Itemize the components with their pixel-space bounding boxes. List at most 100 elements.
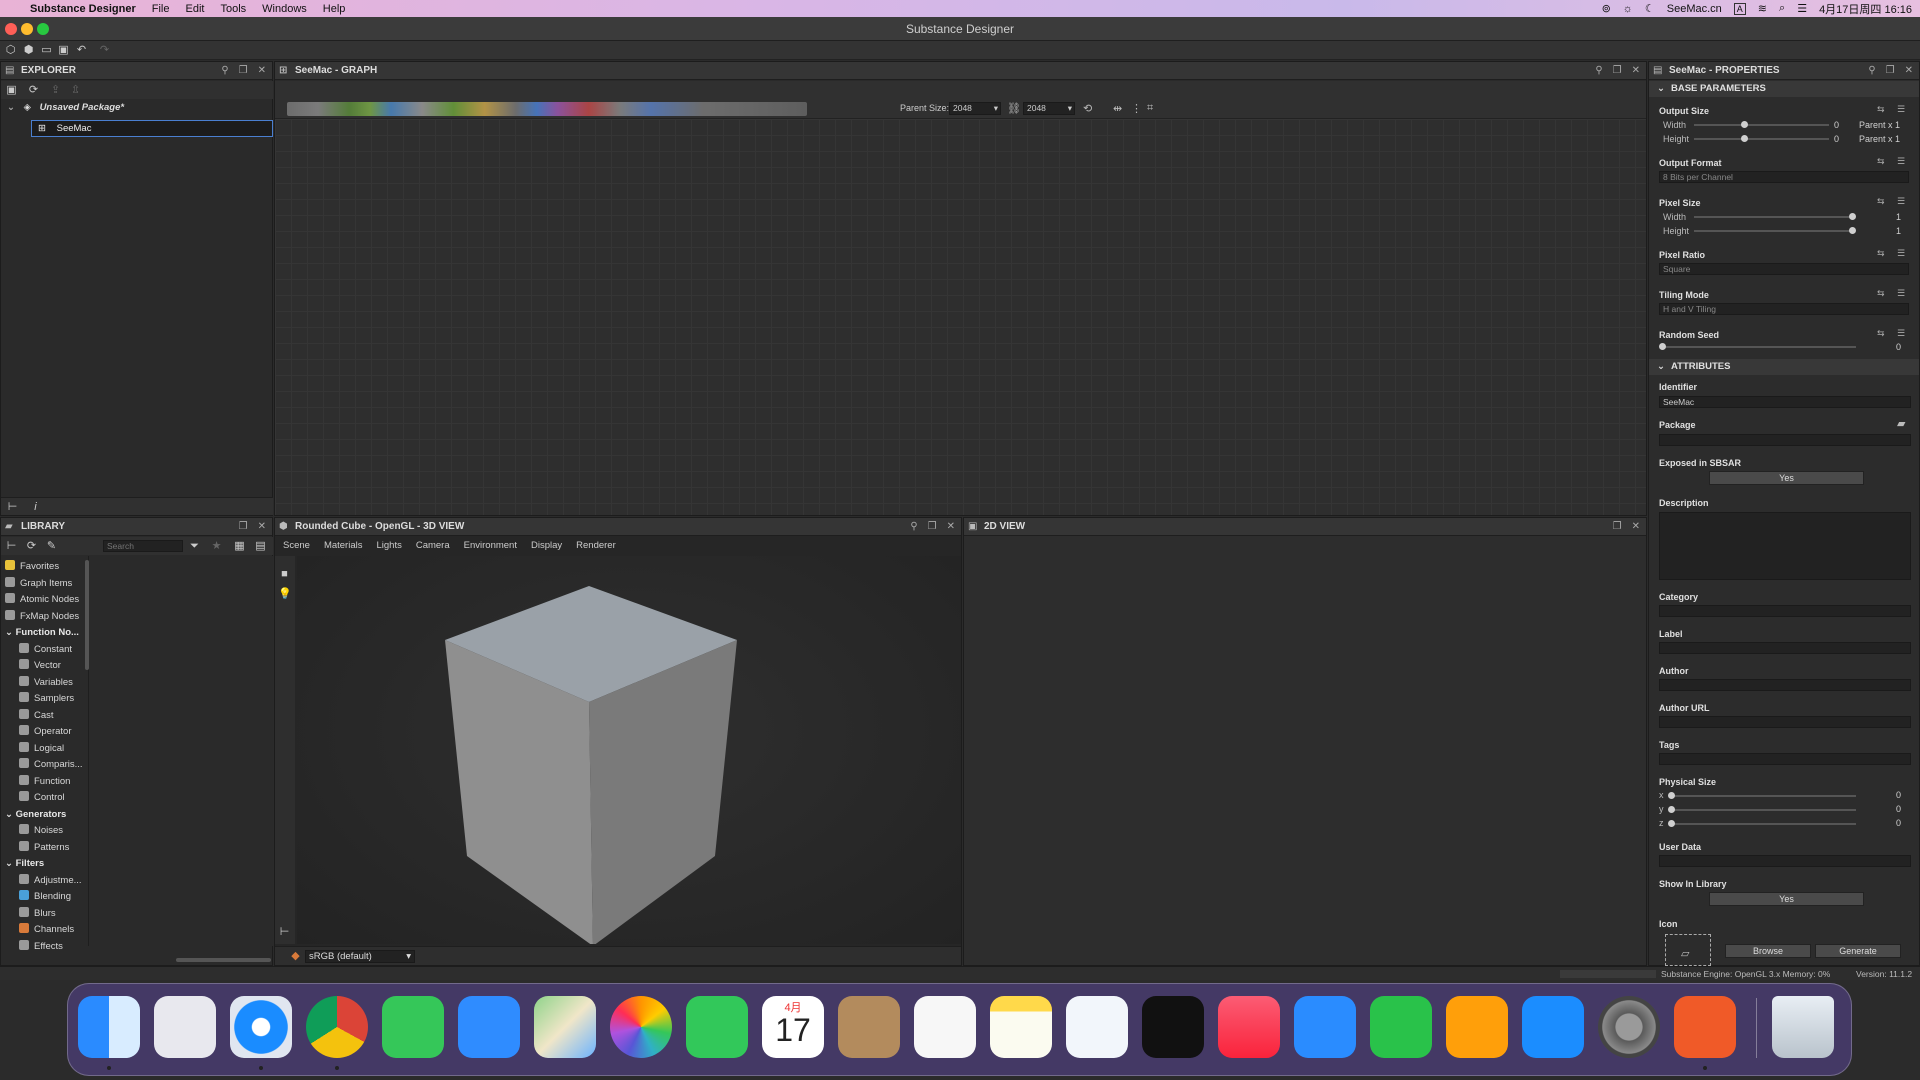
library-item[interactable]: Atomic Nodes (5, 593, 79, 607)
library-item[interactable]: Samplers (19, 692, 74, 706)
browse-button[interactable]: Browse (1725, 944, 1811, 958)
app-store-icon[interactable] (1522, 996, 1584, 1058)
menu-file[interactable]: File (144, 3, 178, 15)
author-input[interactable] (1659, 679, 1911, 691)
export-icon[interactable]: ⇪ (49, 84, 62, 97)
output-format-dropdown[interactable]: 8 Bits per Channel (1659, 171, 1909, 183)
package-input[interactable] (1659, 434, 1911, 446)
output-height-value[interactable]: 0 (1834, 134, 1839, 144)
library-tree-scrollbar[interactable] (85, 560, 89, 670)
frame-icon[interactable]: ⌗ (1147, 102, 1153, 115)
library-item[interactable]: Channels (19, 923, 74, 937)
calendar-icon[interactable]: 4月 17 (762, 996, 824, 1058)
trash-icon[interactable] (1772, 996, 1834, 1058)
pixel-width-value[interactable]: 1 (1896, 212, 1901, 222)
library-item[interactable]: Comparis... (19, 758, 83, 772)
distribute-icon[interactable]: ⋮ (1131, 102, 1142, 115)
folder-icon[interactable]: ▰ (1897, 417, 1905, 430)
library-item[interactable]: Control (19, 791, 65, 805)
pixel-ratio-dropdown[interactable]: Square (1659, 263, 1909, 275)
filter-icon[interactable]: ⏷ (188, 540, 201, 553)
library-hscrollbar[interactable] (176, 958, 271, 962)
inherit-icon[interactable]: ⇆ (1877, 156, 1885, 167)
graph-row-selected[interactable]: ⊞ SeeMac (31, 120, 273, 137)
edit-icon[interactable]: ✎ (45, 540, 58, 553)
library-item[interactable]: Blending (19, 890, 71, 904)
messages-icon[interactable] (382, 996, 444, 1058)
close-icon[interactable]: ✕ (1905, 62, 1913, 80)
status-icon[interactable]: ⊚ (1602, 2, 1611, 15)
wifi-icon[interactable]: ≋ (1758, 2, 1767, 15)
layers-icon[interactable]: ◆ (289, 950, 302, 963)
pin-icon[interactable]: ⚲ (1868, 62, 1875, 80)
new-graph-icon[interactable]: ⬢ (22, 44, 35, 57)
redo-icon[interactable]: ↷ (98, 44, 111, 57)
parent-size-dropdown[interactable]: 2048 ▾ (949, 102, 1001, 115)
refresh-icon[interactable]: ⟳ (25, 540, 38, 553)
mail-icon[interactable] (458, 996, 520, 1058)
menu-icon[interactable]: ☰ (1897, 328, 1905, 339)
tree-view-icon[interactable]: ⊢ (5, 540, 18, 553)
info-icon[interactable]: i (29, 501, 42, 514)
float-icon[interactable]: ❐ (239, 518, 248, 536)
camera-icon[interactable]: ■ (278, 568, 291, 581)
library-item[interactable]: Effects (19, 939, 63, 954)
light-icon[interactable]: 💡 (278, 588, 292, 601)
library-item[interactable]: Cast (19, 708, 54, 723)
physical-x-knob[interactable] (1668, 792, 1675, 799)
base-parameters-section[interactable]: ⌄ BASE PARAMETERS (1649, 81, 1919, 97)
library-item[interactable]: Patterns (19, 840, 69, 855)
library-search-input[interactable] (103, 540, 183, 552)
size-dropdown[interactable]: 2048 ▾ (1023, 102, 1075, 115)
random-seed-track[interactable] (1661, 346, 1856, 348)
user-data-input[interactable] (1659, 855, 1911, 867)
close-icon[interactable]: ✕ (1632, 62, 1640, 80)
search-icon[interactable]: ⌕ (1779, 2, 1785, 15)
tab-scene[interactable]: Scene (283, 540, 310, 551)
exposed-toggle[interactable]: Yes (1709, 471, 1864, 485)
contacts-icon[interactable] (838, 996, 900, 1058)
icon-placeholder[interactable]: ▱ (1665, 934, 1711, 966)
menu-help[interactable]: Help (315, 3, 354, 15)
float-icon[interactable]: ❐ (928, 518, 937, 536)
identifier-input[interactable]: SeeMac (1659, 396, 1911, 408)
close-icon[interactable]: ✕ (258, 62, 266, 80)
close-icon[interactable]: ✕ (258, 518, 266, 536)
graph-canvas[interactable] (275, 119, 1646, 515)
category-input[interactable] (1659, 605, 1911, 617)
library-item[interactable]: Graph Items (5, 576, 72, 591)
physical-y-track[interactable] (1671, 809, 1856, 811)
attributes-section[interactable]: ⌄ ATTRIBUTES (1649, 359, 1919, 375)
inherit-icon[interactable]: ⇆ (1877, 196, 1885, 207)
viewport-2d[interactable] (964, 537, 1646, 965)
menu-icon[interactable]: ☰ (1897, 288, 1905, 299)
link-icon[interactable]: ⛓ (1007, 102, 1021, 115)
pin-icon[interactable]: ⚲ (910, 518, 917, 536)
finder-icon[interactable] (78, 996, 140, 1058)
launchpad-icon[interactable] (154, 996, 216, 1058)
package-row[interactable]: ⌄ ◈ Unsaved Package* (7, 102, 124, 116)
datetime[interactable]: 4月17日周四 16:16 (1819, 1, 1912, 17)
output-height-track[interactable] (1694, 138, 1829, 140)
system-settings-icon[interactable] (1598, 996, 1660, 1058)
publish-icon[interactable]: ⇫ (69, 84, 82, 97)
library-item[interactable]: Logical (19, 741, 64, 756)
moon-icon[interactable]: ☾ (1645, 2, 1655, 15)
apple-tv-icon[interactable] (1142, 996, 1204, 1058)
photos-icon[interactable] (610, 996, 672, 1058)
zoom-window-button[interactable] (37, 23, 49, 35)
library-item[interactable]: Variables (19, 675, 73, 690)
list-view-icon[interactable]: ▤ (254, 540, 267, 553)
float-icon[interactable]: ❐ (1613, 518, 1622, 536)
control-center-icon[interactable]: ☰ (1797, 2, 1807, 15)
align-icon[interactable]: ⇹ (1113, 102, 1122, 115)
library-item[interactable]: Blurs (19, 906, 56, 921)
library-content[interactable] (91, 556, 273, 946)
random-seed-value[interactable]: 0 (1896, 342, 1901, 352)
author-url-input[interactable] (1659, 716, 1911, 728)
output-width-value[interactable]: 0 (1834, 120, 1839, 130)
pixel-width-knob[interactable] (1849, 213, 1856, 220)
physical-y-knob[interactable] (1668, 806, 1675, 813)
menu-icon[interactable]: ☰ (1897, 196, 1905, 207)
pixel-height-knob[interactable] (1849, 227, 1856, 234)
